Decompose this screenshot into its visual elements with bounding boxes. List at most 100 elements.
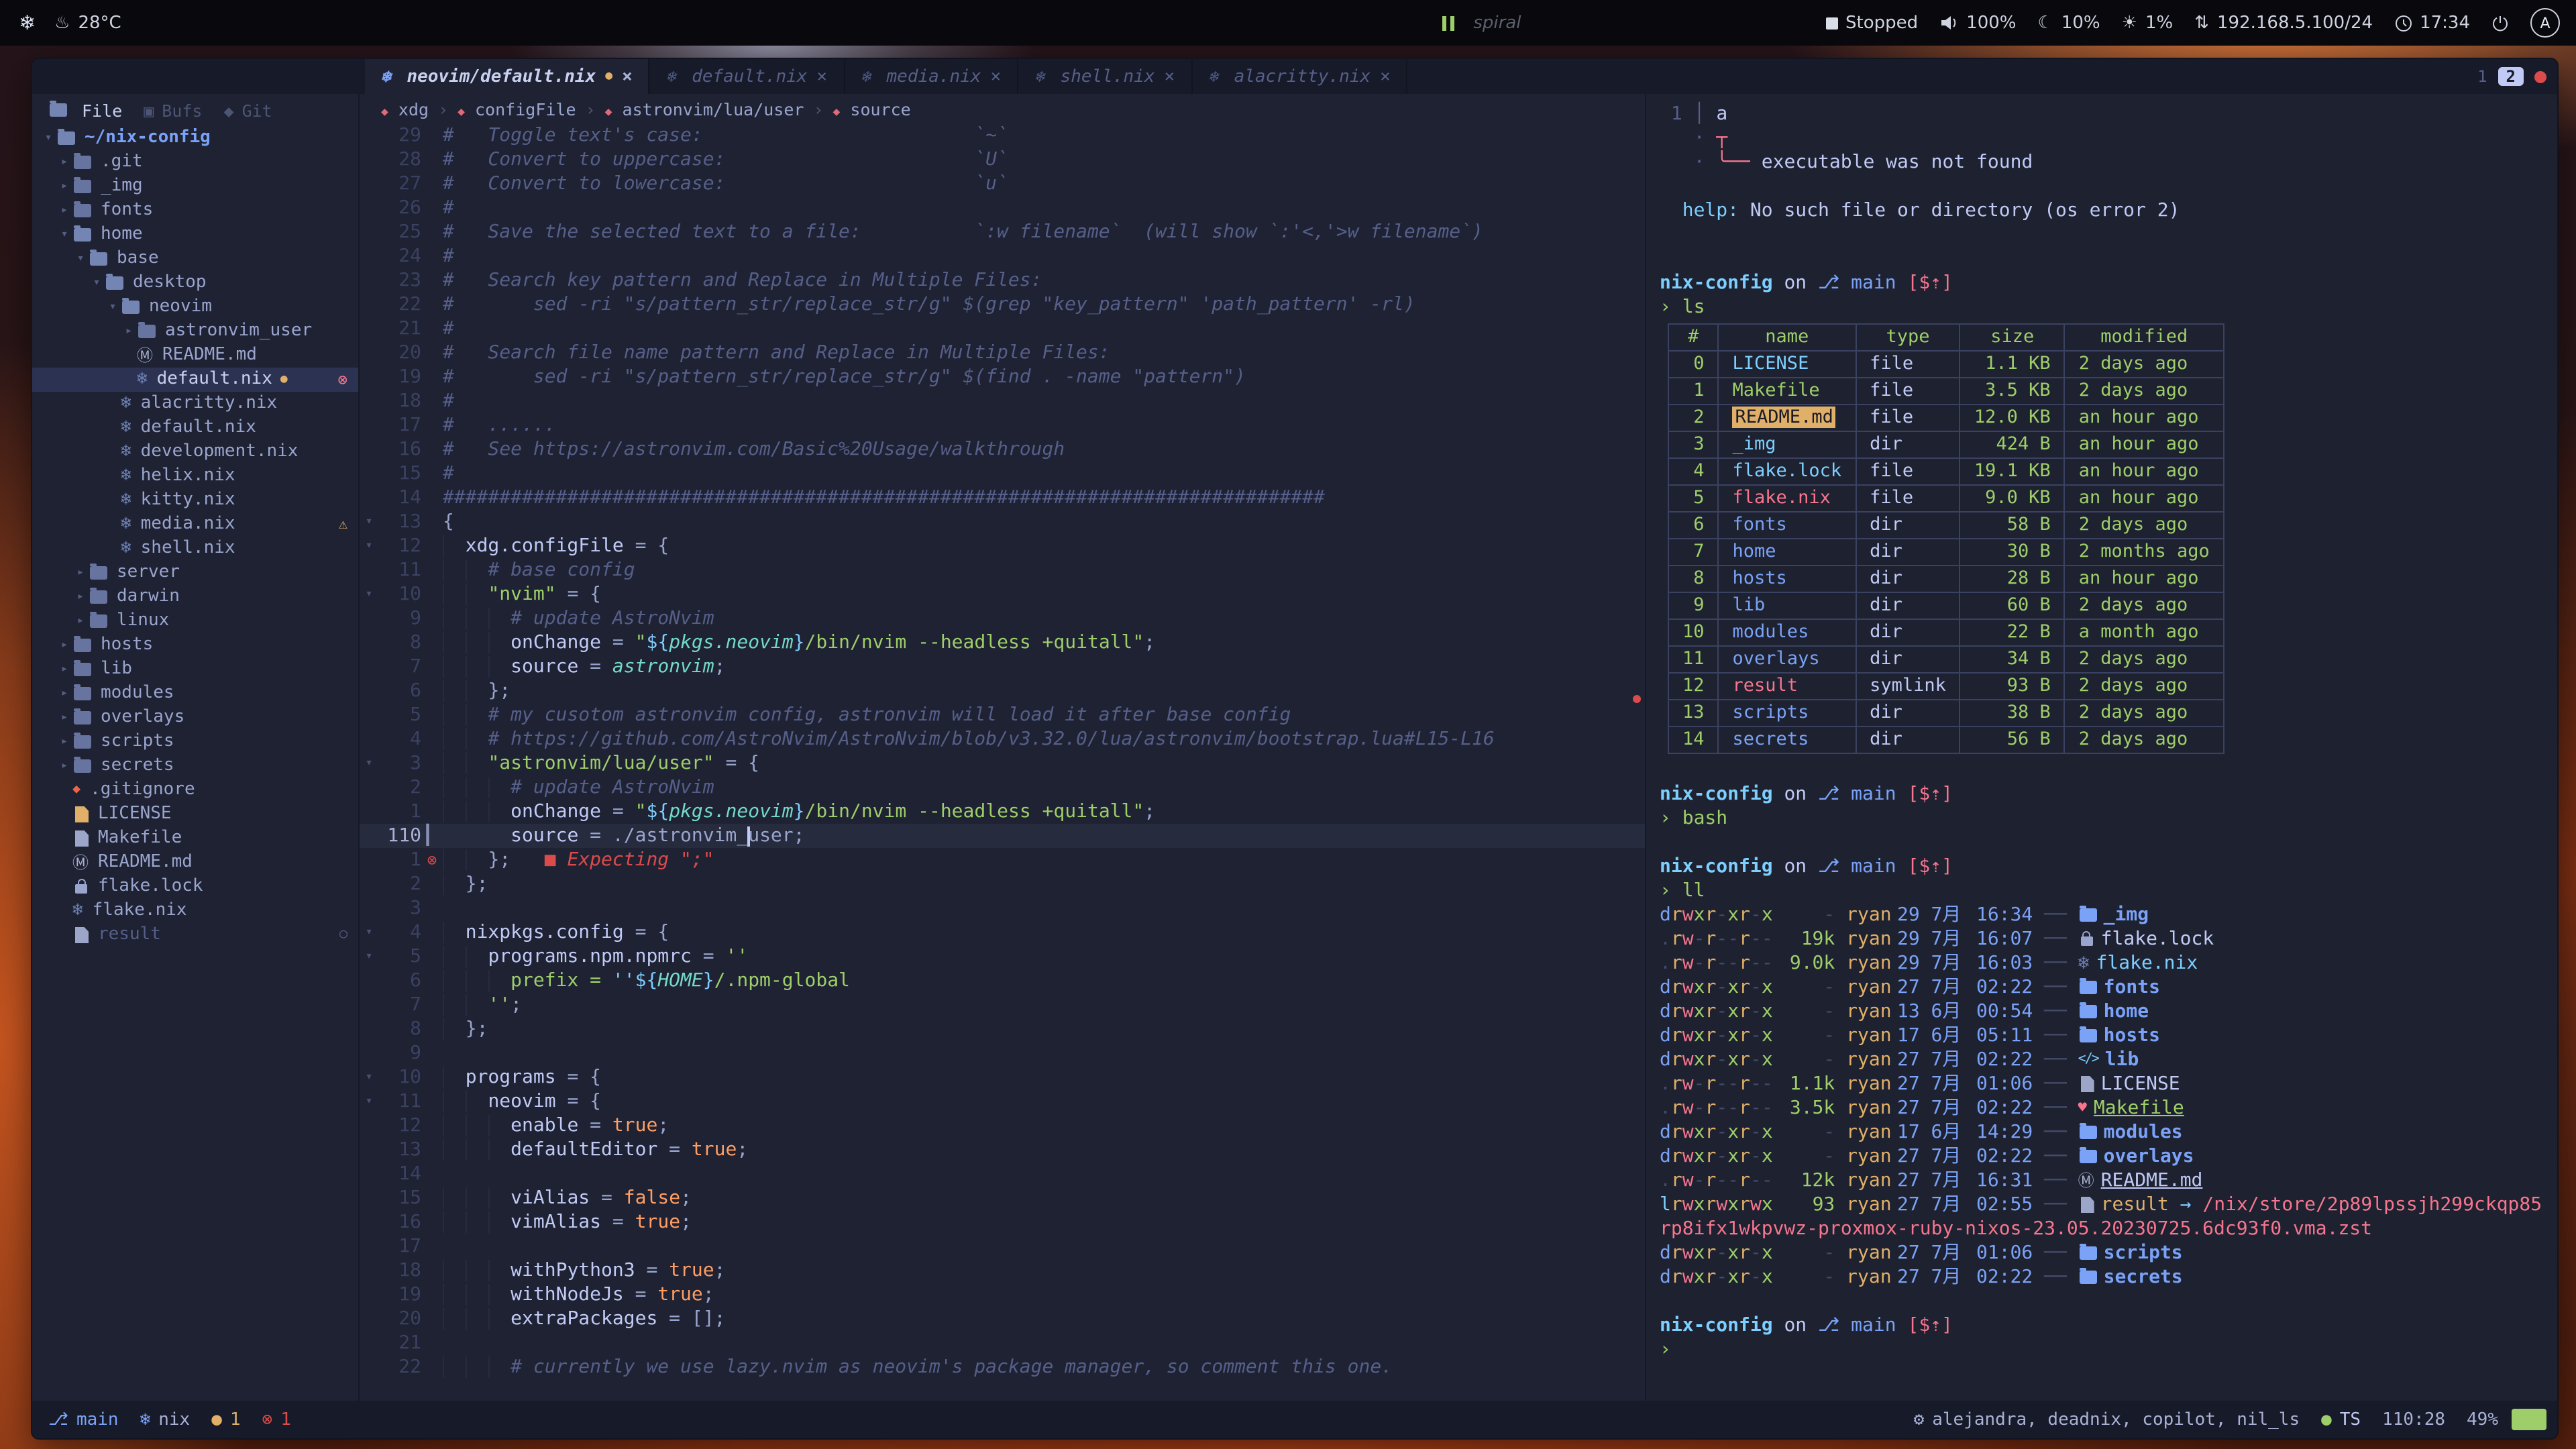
- folder-icon: [74, 759, 91, 773]
- editor-tab-default.nix[interactable]: ❄default.nix×: [650, 59, 845, 94]
- code-line: 26 #: [360, 196, 1645, 220]
- statusline: ⎇main❄nix●1⊗1 ⚙alejandra, deadnix, copil…: [32, 1401, 2557, 1438]
- tree-item-astronvim_user[interactable]: ▸astronvim_user: [32, 319, 358, 343]
- tree-item-base[interactable]: ▾base: [32, 247, 358, 271]
- editor-tab-alacritty.nix[interactable]: ❄alacritty.nix×: [1192, 59, 1408, 94]
- ll-row: drwxr-xr-x-ryan13 6月00:54──home: [1660, 1000, 2557, 1024]
- md-icon: Ⓜ: [72, 851, 89, 875]
- player-status-label: Stopped: [1845, 13, 1918, 33]
- power-button[interactable]: [2491, 14, 2509, 32]
- tree-item-neovim[interactable]: ▾neovim: [32, 295, 358, 319]
- editor-tab-media.nix[interactable]: ❄media.nix×: [845, 59, 1018, 94]
- tree-item-default.nix[interactable]: ❄default.nix: [32, 416, 358, 440]
- editor-tab-neovim/default.nix[interactable]: ❄neovim/default.nix●×: [365, 59, 650, 94]
- terminal-line: › ls: [1660, 295, 2557, 319]
- close-icon[interactable]: ×: [816, 66, 827, 87]
- nightlight-widget[interactable]: ☾ 10%: [2038, 13, 2100, 33]
- tree-item-development.nix[interactable]: ❄development.nix: [32, 440, 358, 464]
- expander-icon: ▸: [56, 174, 72, 199]
- brightness-widget[interactable]: ☀ 1%: [2122, 13, 2174, 33]
- breadcrumb-item[interactable]: ◆ configFile: [458, 99, 576, 119]
- tab-list: ❄neovim/default.nix●×❄default.nix×❄media…: [365, 59, 1408, 94]
- editor-tab-shell.nix[interactable]: ❄shell.nix×: [1018, 59, 1192, 94]
- window-numbers[interactable]: 12: [2477, 67, 2524, 86]
- code-line: 25 # Save the selected text to a file: `…: [360, 220, 1645, 244]
- terminal-line: nix-config on ⎇ main [$⇡]: [1660, 782, 2557, 806]
- close-icon[interactable]: ×: [1380, 66, 1391, 87]
- code-area[interactable]: 29 # Toggle text's case: `~` 28 # Conver…: [360, 123, 1645, 1379]
- tree-item-desktop[interactable]: ▾desktop: [32, 271, 358, 295]
- tree-item-fonts[interactable]: ▸fonts: [32, 199, 358, 223]
- tree-item-overlays[interactable]: ▸overlays: [32, 706, 358, 730]
- ls-table-row: 11overlaysdir34 B2 days ago: [1668, 646, 2224, 673]
- network-widget[interactable]: ⇅ 192.168.5.100/24: [2194, 13, 2373, 33]
- ls-table-row: 2README.mdfile12.0 KBan hour ago: [1668, 405, 2224, 431]
- tree-item-kitty.nix[interactable]: ❄kitty.nix: [32, 488, 358, 513]
- tree-item-media.nix[interactable]: ❄media.nix⚠: [32, 513, 358, 537]
- folder-icon: [74, 711, 91, 724]
- tree-item-Makefile[interactable]: Makefile: [32, 826, 358, 851]
- tree-item-alacritty.nix[interactable]: ❄alacritty.nix: [32, 392, 358, 416]
- progress-block: [2512, 1409, 2546, 1430]
- breadcrumb-item[interactable]: ◆ astronvim/lua/user: [605, 99, 804, 119]
- tree-item-default.nix[interactable]: ❄default.nix●⊗: [32, 368, 358, 392]
- tree-item-home[interactable]: ▾home: [32, 223, 358, 247]
- ls-table-row: 5flake.nixfile9.0 KBan hour ago: [1668, 485, 2224, 512]
- brightness-label: 1%: [2145, 13, 2173, 33]
- file-tree: ▾~/nix-config▸.git▸_img▸fonts▾home▾base▾…: [32, 126, 358, 947]
- tree-item-lib[interactable]: ▸lib: [32, 657, 358, 682]
- tree-item-README.md[interactable]: ⓂREADME.md: [32, 851, 358, 875]
- pause-icon[interactable]: [1442, 15, 1454, 30]
- tree-item-helix.nix[interactable]: ❄helix.nix: [32, 464, 358, 488]
- breadcrumb-item[interactable]: ◆ xdg: [381, 99, 429, 119]
- code-line: ▾3 "astronvim/lua/user" = {: [360, 751, 1645, 775]
- close-icon[interactable]: ×: [990, 66, 1001, 87]
- tree-item-LICENSE[interactable]: LICENSE: [32, 802, 358, 826]
- tree-item-scripts[interactable]: ▸scripts: [32, 730, 358, 754]
- code-line: 110▎ source = ./astronvim_user;: [360, 824, 1645, 848]
- tree-item-~/nix-config[interactable]: ▾~/nix-config: [32, 126, 358, 150]
- tree-item-modules[interactable]: ▸modules: [32, 682, 358, 706]
- terminal-pane[interactable]: 1 │ a · ┬ · ╰── executable was not found…: [1645, 94, 2557, 1401]
- tree-item-.git[interactable]: ▸.git: [32, 150, 358, 174]
- breadcrumb-item[interactable]: ◆ source: [833, 99, 911, 119]
- code-line: 28 # Convert to uppercase: `U`: [360, 148, 1645, 172]
- code-line: 21: [360, 1331, 1645, 1355]
- expander-icon: ▸: [56, 730, 72, 754]
- volume-widget[interactable]: 100%: [1939, 13, 2016, 33]
- buffers-icon: ▣: [144, 100, 154, 120]
- tree-item-README.md[interactable]: ⓂREADME.md: [32, 343, 358, 368]
- license-icon: [75, 806, 89, 822]
- code-line: 7 source = astronvim;: [360, 655, 1645, 679]
- ll-row: drwxr-xr-x-ryan27 7月02:22──overlays: [1660, 1144, 2557, 1169]
- tree-item-_img[interactable]: ▸_img: [32, 174, 358, 199]
- editor-pane[interactable]: ◆ xdg›◆ configFile›◆ astronvim/lua/user›…: [360, 94, 1645, 1401]
- explorer-tab-bufs[interactable]: ▣Bufs: [144, 100, 202, 120]
- user-avatar[interactable]: A: [2530, 8, 2560, 38]
- tree-item-flake.lock[interactable]: flake.lock: [32, 875, 358, 899]
- explorer-tab-file[interactable]: File: [48, 100, 122, 120]
- tree-item-shell.nix[interactable]: ❄shell.nix: [32, 537, 358, 561]
- explorer-tab-git[interactable]: ◆Git: [224, 100, 272, 120]
- tree-item-hosts[interactable]: ▸hosts: [32, 633, 358, 657]
- code-line: 22 # sed -ri "s/pattern_str/replace_str/…: [360, 292, 1645, 317]
- fold-icon: ▾: [360, 920, 378, 945]
- tree-item-flake.nix[interactable]: ❄flake.nix: [32, 899, 358, 923]
- close-icon[interactable]: ×: [622, 66, 633, 87]
- player-status-widget[interactable]: Stopped: [1825, 13, 1918, 33]
- tree-item-result[interactable]: result○: [32, 923, 358, 947]
- nixos-logo-icon: ❄: [19, 11, 36, 35]
- terminal-line: › ll: [1660, 879, 2557, 903]
- ll-row: drwxr-xr-x-ryan27 7月02:22──secrets: [1660, 1265, 2557, 1289]
- tree-item-secrets[interactable]: ▸secrets: [32, 754, 358, 778]
- window-number-1[interactable]: 1: [2477, 67, 2487, 86]
- close-icon[interactable]: ×: [1164, 66, 1175, 87]
- modified-dot: ●: [280, 368, 288, 392]
- window-number-2[interactable]: 2: [2498, 67, 2524, 86]
- tree-item-linux[interactable]: ▸linux: [32, 609, 358, 633]
- network-arrows-icon: ⇅: [2194, 13, 2209, 33]
- tree-item-darwin[interactable]: ▸darwin: [32, 585, 358, 609]
- expander-icon: ▸: [56, 657, 72, 682]
- tree-item-.gitignore[interactable]: ◆.gitignore: [32, 778, 358, 802]
- tree-item-server[interactable]: ▸server: [32, 561, 358, 585]
